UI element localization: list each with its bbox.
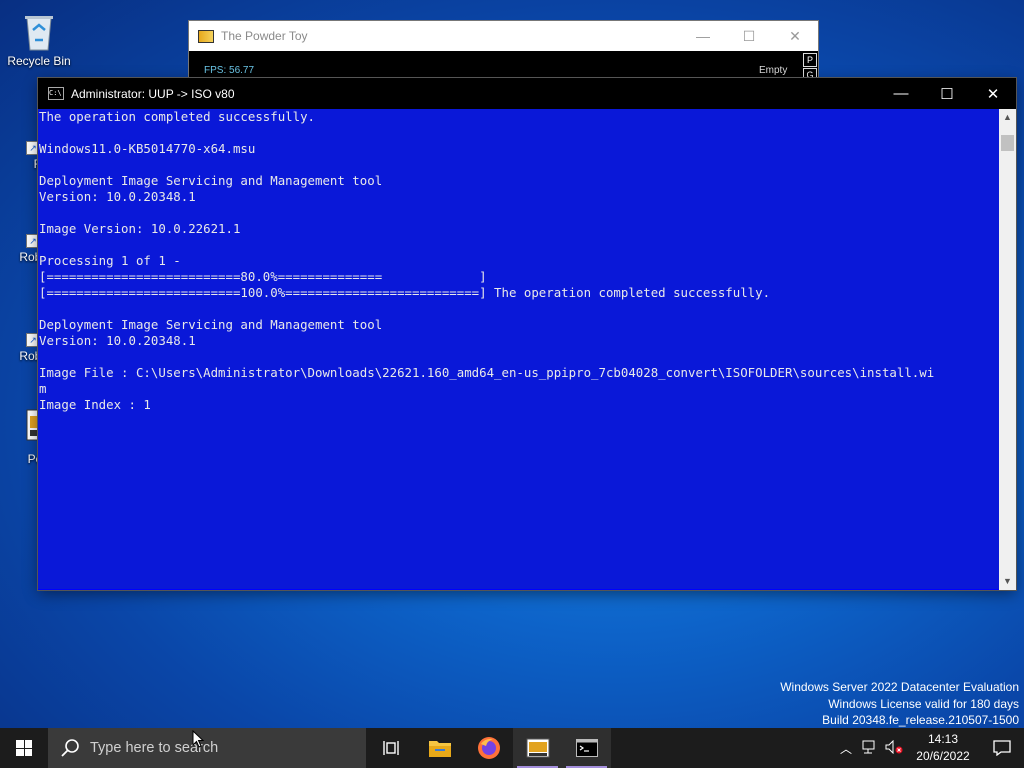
console-line: Version: 10.0.20348.1: [39, 189, 196, 204]
task-view-button[interactable]: [366, 728, 415, 768]
console-line: Processing 1 of 1 -: [39, 253, 181, 268]
firefox-icon: [477, 737, 500, 759]
console-line: Windows11.0-KB5014770-x64.msu: [39, 141, 256, 156]
maximize-button[interactable]: ☐: [924, 78, 970, 109]
notification-icon: [993, 740, 1011, 756]
file-explorer-button[interactable]: [415, 728, 464, 768]
powder-toy-icon: [526, 738, 549, 758]
maximize-button[interactable]: ☐: [726, 28, 772, 45]
close-button[interactable]: ✕: [772, 28, 818, 45]
console-line: Deployment Image Servicing and Managemen…: [39, 173, 383, 188]
clock-time: 14:13: [927, 732, 959, 746]
watermark-build: Build 20348.fe_release.210507-1500: [822, 713, 1019, 727]
scroll-up-arrow-icon[interactable]: ▲: [999, 109, 1016, 126]
command-prompt-app-icon: C:\: [48, 87, 64, 100]
desktop-icon-recycle-bin[interactable]: Recycle Bin: [1, 10, 77, 68]
scroll-down-arrow-icon[interactable]: ▼: [999, 573, 1016, 590]
hover-element-status: Empty: [759, 65, 788, 76]
mouse-cursor-icon: [192, 730, 204, 748]
command-prompt-window[interactable]: C:\ Administrator: UUP -> ISO v80 — ☐ ✕ …: [38, 78, 1016, 590]
network-icon[interactable]: [858, 740, 882, 757]
powder-toy-taskbar-button[interactable]: [513, 728, 562, 768]
windows-evaluation-watermark: Windows Server 2022 Datacenter Evaluatio…: [780, 679, 1019, 729]
fps-readout: FPS: 56.77: [204, 65, 255, 76]
console-line: Image File : C:\Users\Administrator\Down…: [39, 365, 935, 380]
desktop-icon-label: Recycle Bin: [7, 54, 71, 68]
clock-date: 20/6/2022: [916, 749, 970, 763]
console-line: Deployment Image Servicing and Managemen…: [39, 317, 383, 332]
action-center-button[interactable]: [980, 740, 1024, 756]
command-prompt-title: Administrator: UUP -> ISO v80: [71, 86, 235, 101]
powder-toy-canvas[interactable]: FPS: 56.77 Empty P G: [189, 51, 818, 82]
show-hidden-icons-chevron-icon[interactable]: ︿: [834, 740, 858, 757]
minimize-button[interactable]: —: [878, 78, 924, 109]
clock[interactable]: 14:13 20/6/2022: [906, 731, 980, 765]
pause-toggle-button[interactable]: P: [803, 53, 817, 67]
powder-toy-app-icon: [198, 29, 214, 43]
firefox-taskbar-button[interactable]: [464, 728, 513, 768]
task-view-icon: [382, 741, 399, 755]
console-line: [==========================100.0%=======…: [39, 285, 771, 300]
close-button[interactable]: ✕: [970, 78, 1016, 109]
powder-toy-window[interactable]: The Powder Toy — ☐ ✕ FPS: 56.77 Empty P …: [189, 21, 818, 82]
windows-logo-icon: [16, 740, 32, 756]
console-line: Image Version: 10.0.22621.1: [39, 221, 241, 236]
console-line: The operation completed successfully.: [39, 109, 316, 124]
search-box[interactable]: Type here to search: [48, 728, 366, 768]
console-line: Image Index : 1: [39, 397, 151, 412]
file-explorer-icon: [428, 741, 451, 757]
volume-muted-icon[interactable]: [882, 739, 906, 757]
watermark-license: Windows License valid for 180 days: [828, 696, 1019, 711]
command-prompt-icon: [575, 739, 598, 757]
system-tray: ︿ 14:13 20/6/2022: [834, 728, 1024, 768]
console-line: Version: 10.0.20348.1: [39, 333, 196, 348]
watermark-edition: Windows Server 2022 Datacenter Evaluatio…: [780, 680, 1019, 694]
vertical-scrollbar[interactable]: ▲ ▼: [999, 109, 1016, 590]
recycle-bin-icon: [19, 10, 59, 51]
taskbar: Type here to search ︿ 14:13 20/6/2022: [0, 728, 1024, 768]
console-line: m: [39, 381, 47, 396]
console-output[interactable]: The operation completed successfully. Wi…: [38, 109, 1000, 589]
console-line: [==========================80.0%========…: [39, 269, 487, 284]
powder-toy-titlebar[interactable]: The Powder Toy — ☐ ✕: [189, 21, 818, 51]
search-icon: [61, 739, 79, 757]
command-prompt-taskbar-button[interactable]: [562, 728, 611, 768]
minimize-button[interactable]: —: [680, 28, 726, 45]
command-prompt-titlebar[interactable]: C:\ Administrator: UUP -> ISO v80 — ☐ ✕: [38, 78, 1016, 109]
scrollbar-thumb[interactable]: [1001, 135, 1014, 151]
start-button[interactable]: [0, 728, 48, 768]
powder-toy-title: The Powder Toy: [221, 29, 308, 43]
